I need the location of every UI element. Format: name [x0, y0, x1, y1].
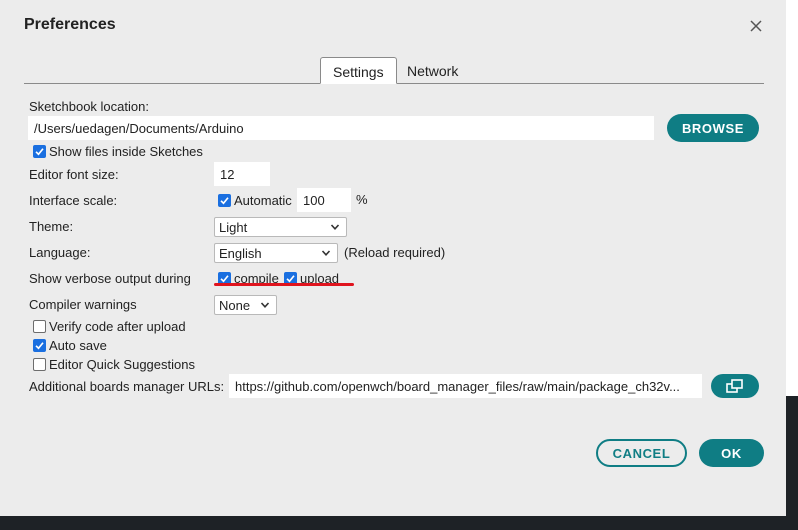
dialog-title: Preferences — [24, 16, 116, 33]
interface-scale-label: Interface scale: — [29, 193, 118, 208]
theme-select[interactable]: Light — [214, 217, 347, 237]
show-files-checkbox[interactable] — [33, 145, 46, 158]
theme-label: Theme: — [29, 219, 74, 234]
quick-suggestions-label: Editor Quick Suggestions — [49, 357, 195, 372]
theme-select-value: Light — [219, 219, 248, 235]
background-console-bottom — [0, 516, 798, 530]
tab-network[interactable]: Network — [395, 57, 470, 84]
annotation-underline — [214, 283, 354, 286]
cancel-button[interactable]: CANCEL — [596, 439, 687, 467]
sketchbook-location-input[interactable]: /Users/uedagen/Documents/Arduino — [28, 116, 654, 140]
verify-code-label: Verify code after upload — [49, 319, 186, 334]
auto-save-label: Auto save — [49, 338, 107, 353]
close-button[interactable] — [746, 16, 766, 36]
checkmark-icon — [35, 148, 44, 156]
checkmark-icon — [35, 342, 44, 350]
auto-save-checkbox[interactable] — [33, 339, 46, 352]
close-icon — [750, 20, 762, 32]
browse-button[interactable]: BROWSE — [667, 114, 759, 142]
interface-scale-unit: % — [356, 192, 368, 207]
background-console-panel — [786, 396, 798, 530]
checkmark-icon — [220, 197, 229, 205]
interface-scale-automatic-checkbox[interactable] — [218, 194, 231, 207]
boards-urls-edit-button[interactable] — [711, 374, 759, 398]
ok-button[interactable]: OK — [699, 439, 764, 467]
chevron-down-icon — [260, 302, 270, 308]
verbose-output-label: Show verbose output during — [29, 271, 191, 286]
open-window-icon — [726, 379, 743, 393]
chevron-down-icon — [330, 224, 340, 230]
compiler-warnings-select[interactable]: None — [214, 295, 277, 315]
editor-font-size-input[interactable]: 12 — [214, 162, 270, 186]
compiler-warnings-label: Compiler warnings — [29, 297, 137, 312]
language-select[interactable]: English — [214, 243, 338, 263]
tab-settings[interactable]: Settings — [320, 57, 397, 84]
editor-font-size-label: Editor font size: — [29, 167, 119, 182]
compiler-warnings-select-value: None — [219, 297, 251, 313]
boards-urls-input[interactable]: https://github.com/openwch/board_manager… — [229, 374, 702, 398]
language-label: Language: — [29, 245, 91, 260]
verify-code-checkbox[interactable] — [33, 320, 46, 333]
preferences-dialog: Preferences Settings Network Sketchbook … — [0, 0, 786, 516]
quick-suggestions-checkbox[interactable] — [33, 358, 46, 371]
language-reload-note: (Reload required) — [344, 245, 446, 260]
chevron-down-icon — [321, 250, 331, 256]
show-files-label: Show files inside Sketches — [49, 144, 203, 159]
interface-scale-automatic-label: Automatic — [234, 193, 292, 208]
boards-urls-label: Additional boards manager URLs: — [29, 379, 225, 394]
interface-scale-input[interactable]: 100 — [297, 188, 351, 212]
language-select-value: English — [219, 245, 262, 261]
sketchbook-location-label: Sketchbook location: — [29, 99, 149, 114]
